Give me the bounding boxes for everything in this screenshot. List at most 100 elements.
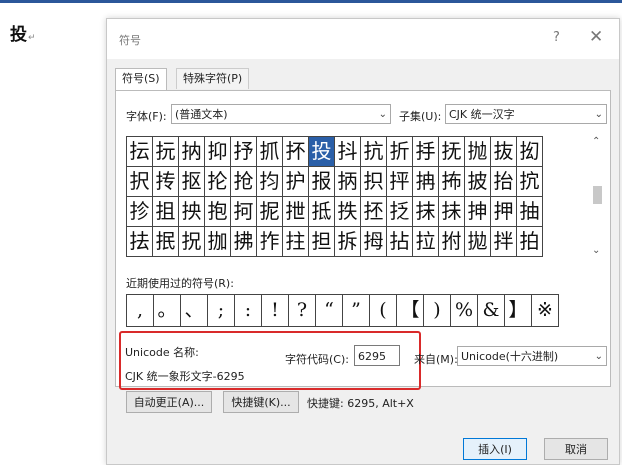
recent-symbol-cell[interactable]: 】 bbox=[505, 295, 532, 327]
symbol-cell[interactable]: 抑 bbox=[205, 137, 231, 167]
symbol-cell[interactable]: 拁 bbox=[205, 227, 231, 257]
symbol-cell[interactable]: 抱 bbox=[205, 197, 231, 227]
recent-symbol-cell[interactable]: ; bbox=[208, 295, 235, 327]
symbol-cell[interactable]: 抓 bbox=[257, 137, 283, 167]
symbol-cell[interactable]: 抛 bbox=[465, 137, 491, 167]
symbol-cell[interactable]: 抏 bbox=[153, 137, 179, 167]
symbol-grid-scrollbar[interactable]: ⌃ ⌄ bbox=[590, 136, 605, 256]
symbol-cell[interactable]: 拈 bbox=[387, 227, 413, 257]
symbol-cell[interactable]: 抿 bbox=[153, 227, 179, 257]
symbol-cell[interactable]: 抽 bbox=[517, 197, 543, 227]
symbol-cell[interactable]: 抢 bbox=[231, 167, 257, 197]
recent-symbol-cell[interactable]: “ bbox=[316, 295, 343, 327]
symbol-cell[interactable]: 抪 bbox=[439, 167, 465, 197]
recent-symbol-cell[interactable]: & bbox=[478, 295, 505, 327]
symbol-cell[interactable]: 抐 bbox=[179, 137, 205, 167]
symbol-cell[interactable]: 抦 bbox=[335, 167, 361, 197]
char-code-input[interactable]: 6295 bbox=[354, 345, 400, 366]
symbol-cell[interactable]: 拌 bbox=[491, 227, 517, 257]
symbol-cell[interactable]: 担 bbox=[309, 227, 335, 257]
symbol-cell[interactable]: 抚 bbox=[439, 137, 465, 167]
recent-symbol-cell[interactable]: , bbox=[127, 295, 154, 327]
symbol-cell[interactable]: 抣 bbox=[257, 167, 283, 197]
symbol-cell[interactable]: 抸 bbox=[387, 197, 413, 227]
symbol-cell[interactable]: 抬 bbox=[491, 167, 517, 197]
symbol-cell[interactable]: 抎 bbox=[127, 137, 153, 167]
symbol-cell[interactable]: 披 bbox=[465, 167, 491, 197]
symbol-cell[interactable]: 拄 bbox=[283, 227, 309, 257]
symbol-cell[interactable]: 拉 bbox=[413, 227, 439, 257]
recent-symbol-cell[interactable]: 。 bbox=[154, 295, 181, 327]
symbol-cell[interactable]: 抗 bbox=[361, 137, 387, 167]
symbol-cell[interactable]: 抜 bbox=[491, 137, 517, 167]
insert-button[interactable]: 插入(I) bbox=[463, 438, 527, 460]
recent-symbol-cell[interactable]: 【 bbox=[397, 295, 424, 327]
symbol-cell[interactable]: 抙 bbox=[413, 137, 439, 167]
font-select[interactable]: (普通文本) ⌄ bbox=[171, 104, 391, 124]
symbol-cell[interactable]: 抾 bbox=[127, 227, 153, 257]
symbol-cell[interactable]: 拋 bbox=[465, 227, 491, 257]
symbol-cell[interactable]: 抲 bbox=[231, 197, 257, 227]
symbol-cell[interactable]: 抺 bbox=[439, 197, 465, 227]
scroll-down-icon[interactable]: ⌄ bbox=[592, 245, 600, 256]
document-text: 投↵ bbox=[10, 25, 36, 45]
from-select[interactable]: Unicode(十六进制) ⌄ bbox=[457, 346, 607, 366]
symbol-cell[interactable]: 抩 bbox=[413, 167, 439, 197]
symbol-cell[interactable]: 拇 bbox=[361, 227, 387, 257]
cancel-button[interactable]: 取消 bbox=[544, 438, 608, 460]
symbol-cell[interactable]: 投 bbox=[309, 137, 335, 167]
symbol-cell[interactable]: 抶 bbox=[335, 197, 361, 227]
symbol-cell[interactable]: 抴 bbox=[283, 197, 309, 227]
recent-symbol-cell[interactable]: 、 bbox=[181, 295, 208, 327]
symbol-cell[interactable]: 折 bbox=[387, 137, 413, 167]
help-icon[interactable]: ? bbox=[553, 30, 560, 45]
symbol-cell[interactable]: 抔 bbox=[283, 137, 309, 167]
symbol-row: 抾抿拀拁拂拃拄担拆拇拈拉拊拋拌拍 bbox=[127, 227, 543, 257]
symbol-cell[interactable]: 拊 bbox=[439, 227, 465, 257]
symbol-cell[interactable]: 抹 bbox=[413, 197, 439, 227]
symbol-cell[interactable]: 抮 bbox=[127, 197, 153, 227]
symbol-cell[interactable]: 抷 bbox=[361, 197, 387, 227]
symbol-cell[interactable]: 抭 bbox=[517, 167, 543, 197]
symbol-cell[interactable]: 抝 bbox=[517, 137, 543, 167]
symbol-cell[interactable]: 抻 bbox=[465, 197, 491, 227]
subset-select[interactable]: CJK 统一汉字 ⌄ bbox=[445, 104, 607, 124]
recent-symbol-cell[interactable]: ( bbox=[370, 295, 397, 327]
symbol-cell[interactable]: 択 bbox=[127, 167, 153, 197]
symbol-cell[interactable]: 拀 bbox=[179, 227, 205, 257]
symbol-cell[interactable]: 抒 bbox=[231, 137, 257, 167]
symbol-cell[interactable]: 押 bbox=[491, 197, 517, 227]
recent-symbol-cell[interactable]: ” bbox=[343, 295, 370, 327]
autocorrect-button[interactable]: 自动更正(A)... bbox=[126, 391, 212, 413]
symbol-cell[interactable]: 抖 bbox=[335, 137, 361, 167]
recent-symbol-cell[interactable]: : bbox=[235, 295, 262, 327]
symbol-cell[interactable]: 抡 bbox=[205, 167, 231, 197]
symbol-cell[interactable]: 抨 bbox=[387, 167, 413, 197]
symbol-cell[interactable]: 抠 bbox=[179, 167, 205, 197]
symbol-cell[interactable]: 抵 bbox=[309, 197, 335, 227]
recent-symbol-cell[interactable]: ? bbox=[289, 295, 316, 327]
symbol-cell[interactable]: 抳 bbox=[257, 197, 283, 227]
recent-symbol-cell[interactable]: ) bbox=[424, 295, 451, 327]
recent-symbol-cell[interactable]: % bbox=[451, 295, 478, 327]
symbol-cell[interactable]: 抰 bbox=[179, 197, 205, 227]
tab-special-characters[interactable]: 特殊字符(P) bbox=[176, 68, 250, 89]
symbol-cell[interactable]: 拆 bbox=[335, 227, 361, 257]
font-select-value: (普通文本) bbox=[175, 108, 228, 121]
symbol-cell[interactable]: 拍 bbox=[517, 227, 543, 257]
scroll-up-icon[interactable]: ⌃ bbox=[592, 136, 600, 147]
symbol-cell[interactable]: 报 bbox=[309, 167, 335, 197]
symbol-cell[interactable]: 抯 bbox=[153, 197, 179, 227]
scroll-thumb[interactable] bbox=[593, 186, 602, 204]
shortcut-key-button[interactable]: 快捷键(K)... bbox=[223, 391, 299, 413]
symbol-cell[interactable]: 拃 bbox=[257, 227, 283, 257]
symbol-cell[interactable]: 拂 bbox=[231, 227, 257, 257]
symbol-cell[interactable]: 抧 bbox=[361, 167, 387, 197]
recent-symbol-cell[interactable]: ※ bbox=[532, 295, 559, 327]
tab-symbols[interactable]: 符号(S) bbox=[115, 68, 167, 91]
symbol-cell[interactable]: 抟 bbox=[153, 167, 179, 197]
close-icon[interactable]: ✕ bbox=[589, 27, 603, 47]
recent-symbol-cell[interactable]: ! bbox=[262, 295, 289, 327]
symbol-cell[interactable]: 护 bbox=[283, 167, 309, 197]
dialog-titlebar: 符号 ? ✕ bbox=[107, 19, 619, 59]
